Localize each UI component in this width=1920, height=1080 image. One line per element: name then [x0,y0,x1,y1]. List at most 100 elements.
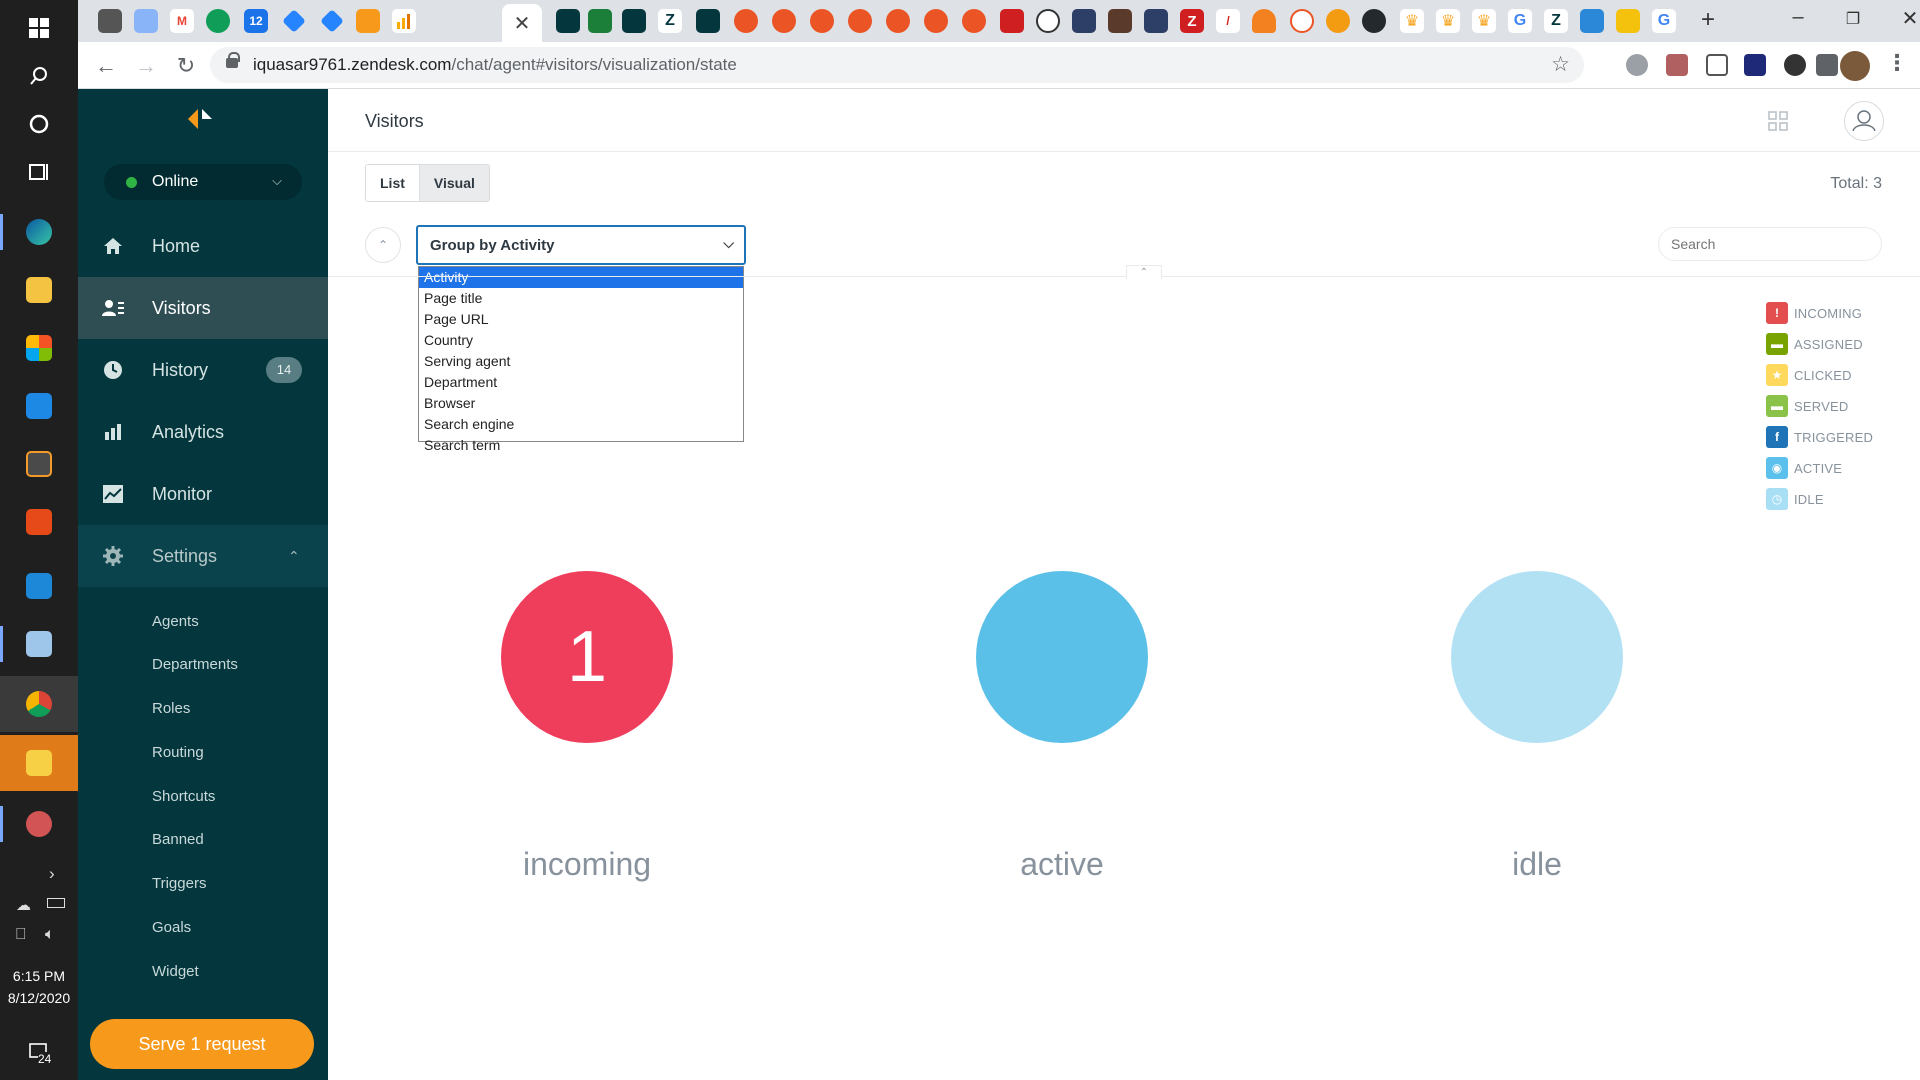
settings-item-widget[interactable]: Widget [152,963,199,980]
profile-avatar[interactable] [1840,51,1870,81]
tab-favicon[interactable] [772,9,796,33]
battery-icon[interactable] [47,898,65,908]
nav-settings[interactable]: Settings ⌃ [78,525,328,587]
volume-icon[interactable]: 🔈︎ [45,926,55,944]
slides-icon[interactable] [1616,9,1640,33]
option-department[interactable]: Department [419,372,743,393]
tab-favicon[interactable] [962,9,986,33]
search-input[interactable] [1658,227,1882,261]
active-tab[interactable]: ✕ [502,4,542,42]
option-search-term[interactable]: Search term [419,435,743,456]
settings-item-agents[interactable]: Agents [152,613,199,630]
lock-icon[interactable] [226,52,240,68]
file-explorer-icon[interactable] [0,262,78,318]
tab-favicon[interactable] [924,9,948,33]
task-view-icon[interactable] [0,144,78,200]
office-icon[interactable] [0,494,78,550]
tab-favicon[interactable]: / [1216,9,1240,33]
status-selector[interactable]: Online ⌵ [104,164,302,200]
crown-icon[interactable]: ♛ [1400,9,1424,33]
window-close-icon[interactable]: ✕ [1890,6,1920,31]
option-activity[interactable]: Activity [419,267,743,288]
user-avatar[interactable] [1844,101,1884,141]
store-icon[interactable] [0,320,78,376]
settings-item-roles[interactable]: Roles [152,700,190,717]
settings-item-banned[interactable]: Banned [152,831,204,848]
tab-list[interactable]: List [366,165,419,201]
tab-visual[interactable]: Visual [418,165,489,201]
settings-item-triggers[interactable]: Triggers [152,875,206,892]
reload-icon[interactable]: ↻ [172,52,200,80]
gmail-icon[interactable]: M [170,9,194,33]
tab-favicon[interactable] [1290,9,1314,33]
zendesk-z-icon[interactable]: Z [1544,9,1568,33]
tab-favicon[interactable] [734,9,758,33]
url-text[interactable]: iquasar9761.zendesk.com/chat/agent#visit… [253,55,737,75]
zendesk-icon[interactable] [622,9,646,33]
collapse-filters-button[interactable]: ⌃ [365,227,401,263]
nav-history[interactable]: History 14 [78,339,328,401]
settings-item-goals[interactable]: Goals [152,919,191,936]
back-icon[interactable]: ← [92,52,120,80]
extension-icon[interactable] [1666,54,1688,76]
tab-favicon[interactable] [1144,9,1168,33]
group-by-select[interactable]: Group by Activity ⌵ [416,225,746,265]
option-page-title[interactable]: Page title [419,288,743,309]
settings-item-routing[interactable]: Routing [152,744,204,761]
tab-favicon[interactable] [1072,9,1096,33]
extension-icon[interactable] [1626,54,1648,76]
clock-time[interactable]: 6:15 PM [0,966,78,987]
serve-request-button[interactable]: Serve 1 request [90,1019,314,1069]
cloud-icon[interactable]: ☁ [16,896,31,914]
tab-favicon[interactable] [356,9,380,33]
option-page-url[interactable]: Page URL [419,309,743,330]
new-tab-icon[interactable]: + [1688,6,1728,34]
tab-favicon[interactable] [98,9,122,33]
jira-icon[interactable] [282,9,306,33]
virtualbox-icon[interactable] [0,616,78,672]
github-icon[interactable] [1362,9,1386,33]
close-icon[interactable]: ✕ [514,11,531,36]
tab-favicon[interactable] [848,9,872,33]
edge-icon[interactable] [0,204,78,260]
option-search-engine[interactable]: Search engine [419,414,743,435]
active-bubble[interactable] [976,571,1148,743]
option-browser[interactable]: Browser [419,393,743,414]
nav-analytics[interactable]: Analytics [78,401,328,463]
option-country[interactable]: Country [419,330,743,351]
nav-monitor[interactable]: Monitor [78,463,328,525]
sublime-icon[interactable] [0,436,78,492]
calendar-icon[interactable]: 12 [244,9,268,33]
chrome-icon[interactable] [0,676,78,732]
mail-icon[interactable] [0,378,78,434]
tab-favicon[interactable] [1108,9,1132,33]
google-icon[interactable]: G [1652,9,1676,33]
sublime-merge-icon[interactable] [0,735,78,791]
menu-kebab-icon[interactable]: ⋮ [1886,50,1908,76]
tab-favicon[interactable] [134,9,158,33]
nav-home[interactable]: Home [78,215,328,277]
crown-icon[interactable]: ♛ [1472,9,1496,33]
clock-date[interactable]: 8/12/2020 [0,988,78,1009]
compass-icon[interactable] [1036,9,1060,33]
crown-icon[interactable]: ♛ [1436,9,1460,33]
paint-icon[interactable] [0,796,78,852]
panel-toggle-tab[interactable]: ⌃ [1126,265,1162,279]
zendesk-icon[interactable] [556,9,580,33]
minimize-icon[interactable]: – [1778,6,1818,29]
zendesk-z-icon[interactable]: Z [658,9,682,33]
tab-favicon[interactable] [206,9,230,33]
zoho-icon[interactable]: Z [1180,9,1204,33]
settings-item-departments[interactable]: Departments [152,656,238,673]
network-icon[interactable]: ⎕ [16,926,26,944]
forward-icon[interactable]: → [132,52,160,80]
vscode-icon[interactable] [0,558,78,614]
notification-icon[interactable]: 24 [0,1024,78,1080]
tab-favicon[interactable] [1326,9,1350,33]
google-icon[interactable]: G [1508,9,1532,33]
option-serving-agent[interactable]: Serving agent [419,351,743,372]
address-bar[interactable]: iquasar9761.zendesk.com/chat/agent#visit… [210,47,1584,83]
grid-apps-icon[interactable] [1768,111,1788,131]
tab-favicon[interactable] [886,9,910,33]
settings-item-shortcuts[interactable]: Shortcuts [152,788,215,805]
